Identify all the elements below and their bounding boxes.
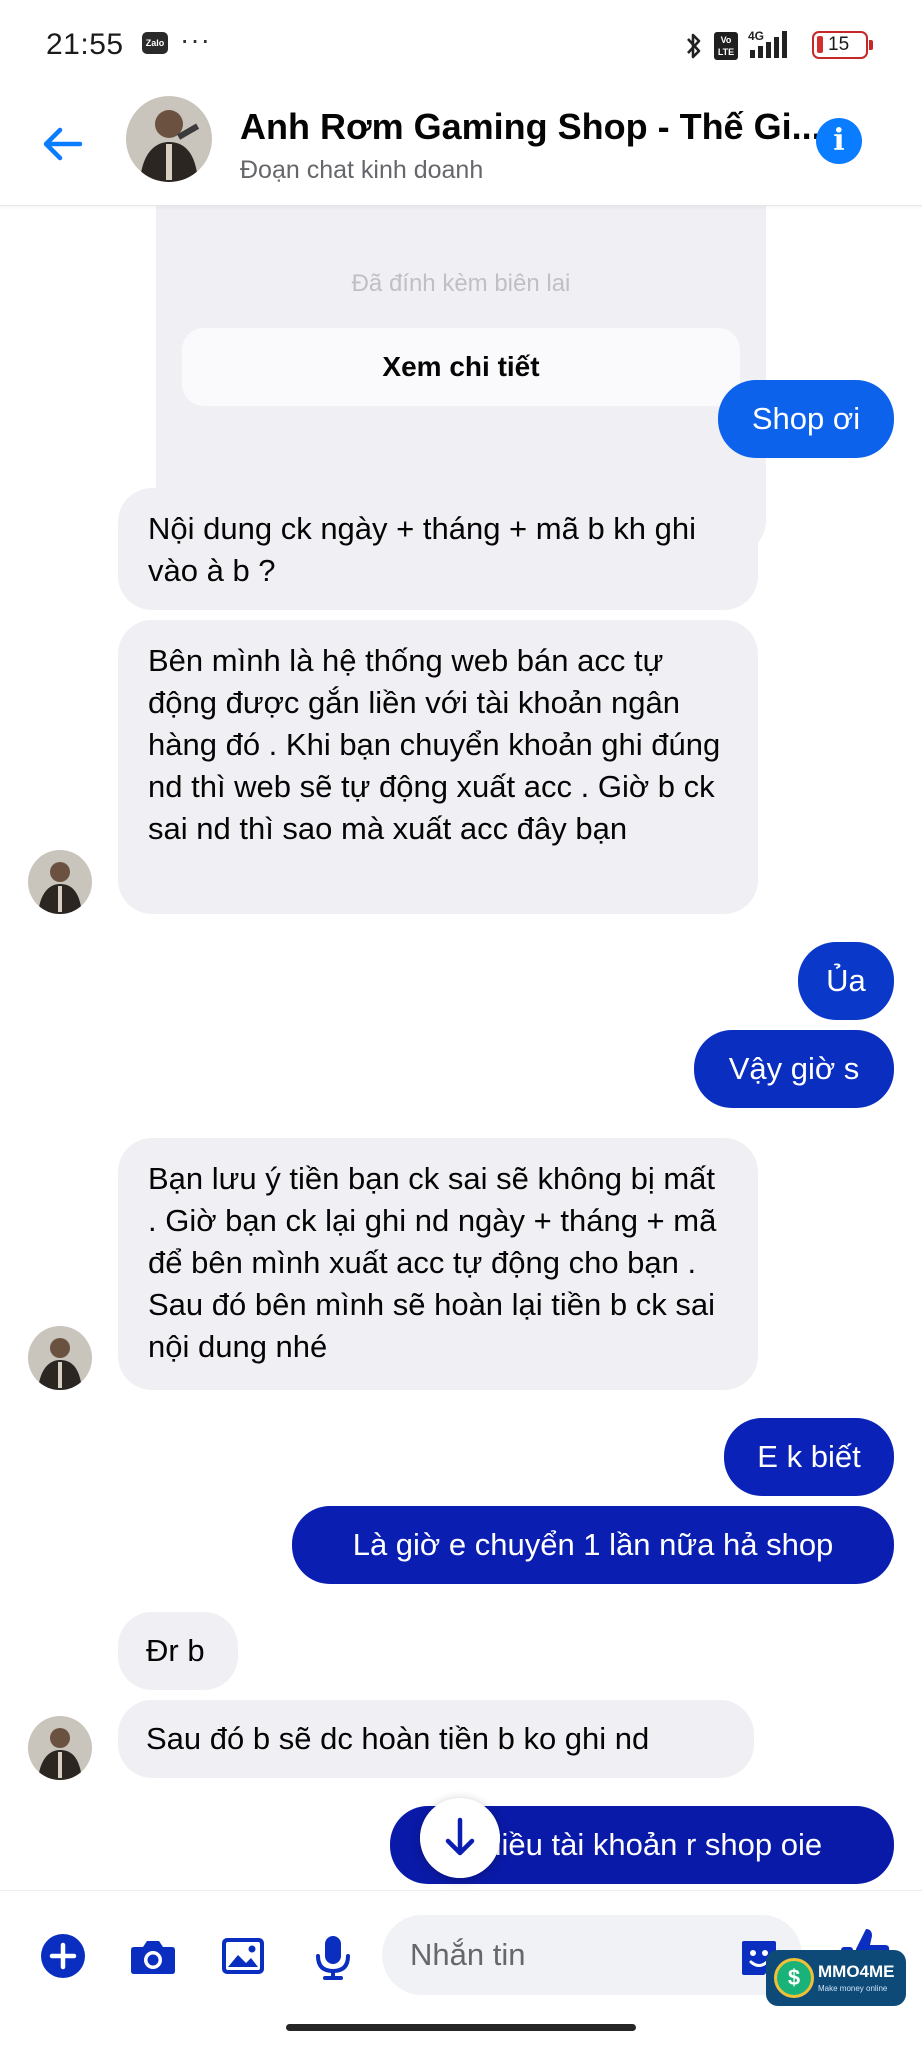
chat-title[interactable]: Anh Rơm Gaming Shop - Thế Gi...: [240, 106, 822, 148]
message-text: Sau đó b sẽ dc hoàn tiền b ko ghi nd: [146, 1721, 650, 1756]
battery-level: 15: [828, 34, 850, 55]
shop-avatar-small[interactable]: [28, 1326, 92, 1390]
volte-icon: Vo LTE: [714, 32, 738, 60]
back-arrow-icon[interactable]: [36, 116, 92, 172]
shop-avatar-small[interactable]: [28, 850, 92, 914]
shop-avatar-small[interactable]: [28, 1716, 92, 1780]
message-list[interactable]: Đã đính kèm biên lai Xem chi tiết Shop ơ…: [0, 206, 922, 1890]
message-text: Ủa: [826, 963, 866, 998]
microphone-icon[interactable]: [306, 1929, 360, 1983]
gallery-icon[interactable]: [216, 1929, 270, 1983]
message-text: Đr b: [146, 1633, 205, 1668]
message-bubble-outgoing[interactable]: E k biết: [724, 1418, 894, 1496]
message-bubble-incoming[interactable]: Đr b: [118, 1612, 238, 1690]
message-text: E k biết: [757, 1439, 861, 1474]
message-bubble-incoming[interactable]: Nội dung ck ngày + tháng + mã b kh ghi v…: [118, 488, 758, 610]
chat-subtitle: Đoạn chat kinh doanh: [240, 156, 484, 184]
message-bubble-outgoing[interactable]: Shop ơi: [718, 380, 894, 458]
camera-icon[interactable]: [126, 1929, 180, 1983]
home-indicator: [286, 2024, 636, 2031]
message-text: Nội dung ck ngày + tháng + mã b kh ghi v…: [148, 511, 697, 588]
message-bubble-outgoing[interactable]: Là giờ e chuyển 1 lần nữa hả shop: [292, 1506, 894, 1584]
message-text: Shop ơi: [751, 401, 861, 436]
message-text: Bên mình là hệ thống web bán acc tự động…: [148, 643, 721, 846]
shop-avatar[interactable]: [126, 96, 212, 182]
battery-icon: 15: [812, 31, 868, 59]
message-bubble-outgoing[interactable]: Vậy giờ s: [694, 1030, 894, 1108]
watermark-name: MMO4ME: [818, 1962, 895, 1981]
message-text: Bạn lưu ý tiền bạn ck sai sẽ không bị mấ…: [148, 1161, 717, 1364]
battery-tip: [869, 40, 873, 50]
zalo-notification-icon: Zalo: [142, 32, 168, 54]
status-bar: 21:55 Zalo ··· Vo LTE 4G 15: [0, 0, 922, 90]
more-notifications-icon: ···: [180, 24, 211, 55]
message-bubble-incoming[interactable]: Sau đó b sẽ dc hoàn tiền b ko ghi nd: [118, 1700, 754, 1778]
network-type-label: 4G: [748, 29, 764, 43]
message-text: Là giờ e chuyển 1 lần nữa hả shop: [352, 1527, 834, 1562]
message-text: Nhiều tài khoản r shop oie: [461, 1827, 823, 1862]
watermark-tagline: Make money online: [818, 1984, 888, 1993]
message-bubble-outgoing[interactable]: Ủa: [798, 942, 894, 1020]
chat-screen: 21:55 Zalo ··· Vo LTE 4G 15 Anh Rơm Gami…: [0, 0, 922, 2049]
message-bubble-incoming[interactable]: Bạn lưu ý tiền bạn ck sai sẽ không bị mấ…: [118, 1138, 758, 1390]
plus-icon[interactable]: [36, 1929, 90, 1983]
message-text: Vậy giờ s: [728, 1051, 860, 1086]
bluetooth-icon: [687, 33, 701, 59]
watermark-logo: $ MMO4ME Make money online: [766, 1950, 906, 2006]
chat-header: Anh Rơm Gaming Shop - Thế Gi... Đoạn cha…: [0, 90, 922, 206]
receipt-card-caption: Đã đính kèm biên lai: [351, 270, 571, 297]
view-details-button[interactable]: Xem chi tiết: [182, 328, 740, 406]
coin-icon: $: [774, 1958, 814, 1998]
scroll-to-bottom-button[interactable]: [420, 1798, 500, 1878]
info-button[interactable]: i: [816, 118, 862, 164]
status-time: 21:55: [46, 28, 124, 61]
signal-icon: 4G: [748, 29, 787, 58]
message-bubble-incoming[interactable]: Bên mình là hệ thống web bán acc tự động…: [118, 620, 758, 914]
